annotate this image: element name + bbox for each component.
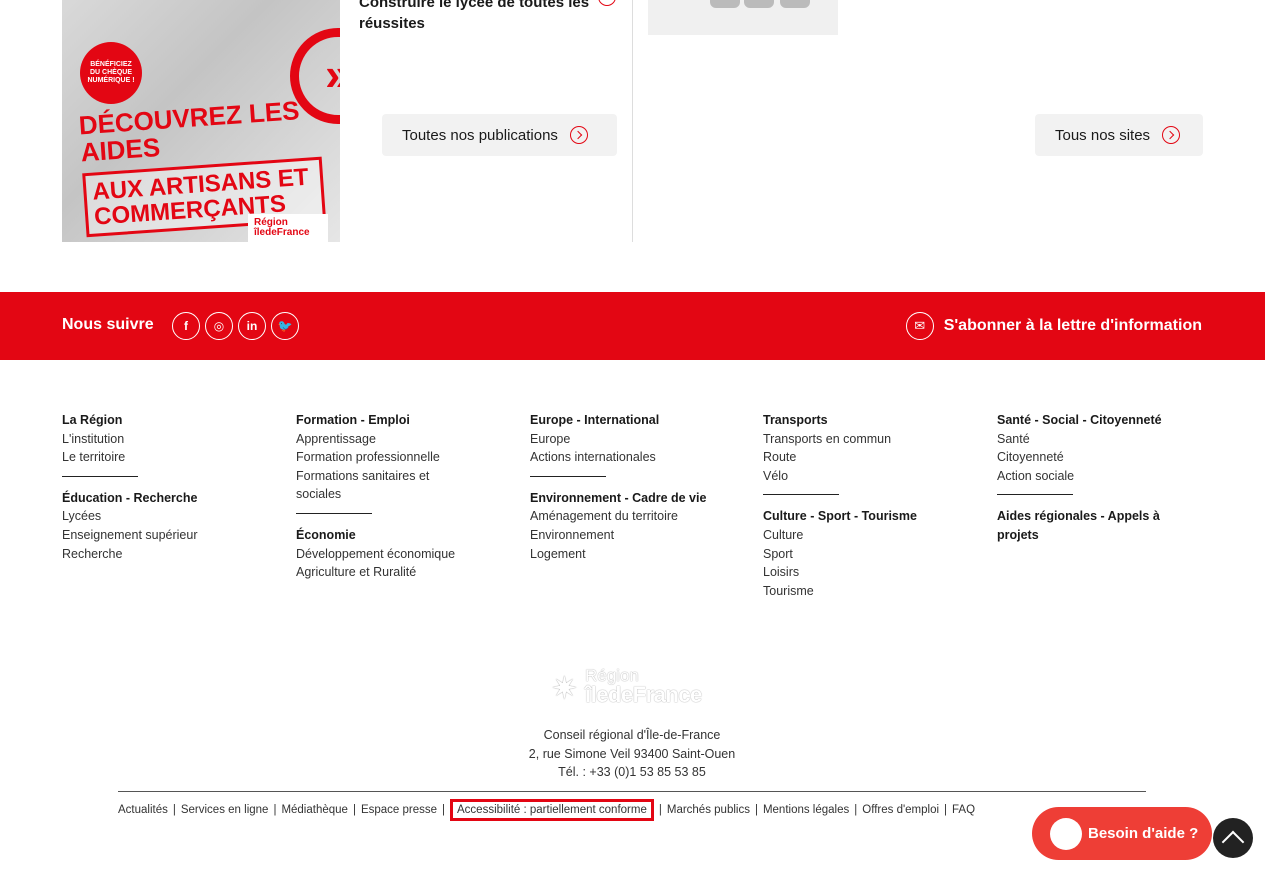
- legal-links: Actualités | Services en ligne | Médiathèq…: [118, 799, 975, 821]
- facebook-icon[interactable]: f: [172, 312, 200, 340]
- address-street: 2, rue Simone Veil 93400 Saint-Ouen: [528, 746, 736, 761]
- footer-link[interactable]: Aménagement du territoire: [530, 507, 740, 526]
- all-publications-button[interactable]: Toutes nos publications: [382, 114, 617, 156]
- poster-badge: BÉNÉFICIEZ DU CHÈQUE NUMÉRIQUE !: [80, 42, 142, 104]
- page: BÉNÉFICIEZ DU CHÈQUE NUMÉRIQUE ! » DÉCOU…: [0, 0, 1280, 870]
- publication-title[interactable]: Construire le lycée de toutes les réussi…: [359, 0, 591, 34]
- legal-link-marches[interactable]: Marchés publics: [667, 804, 750, 816]
- legal-link-mentions[interactable]: Mentions légales: [763, 804, 849, 816]
- footer-link[interactable]: Le territoire: [62, 448, 272, 467]
- footer-column-region: La Région L'institution Le territoire Éd…: [62, 411, 272, 563]
- footer-link[interactable]: Logement: [530, 545, 740, 564]
- footer-link[interactable]: L'institution: [62, 430, 272, 449]
- footer-link[interactable]: Enseignement supérieur: [62, 526, 272, 545]
- footer-heading[interactable]: Environnement - Cadre de vie: [530, 489, 740, 508]
- footer-heading[interactable]: Éducation - Recherche: [62, 489, 272, 508]
- region-logo[interactable]: ✷ Région îledeFrance: [551, 666, 715, 708]
- address-org: Conseil régional d'Île-de-France: [543, 728, 721, 742]
- footer-heading[interactable]: Santé - Social - Citoyenneté: [997, 411, 1177, 430]
- footer-link[interactable]: Sport: [763, 545, 973, 564]
- thumb-shape: [710, 0, 740, 8]
- arrow-circle-icon: [1162, 126, 1181, 144]
- footer-heading[interactable]: Europe - International: [530, 411, 740, 430]
- all-sites-label: Tous nos sites: [1055, 126, 1151, 144]
- newsletter-link[interactable]: ✉ S'abonner à la lettre d'information: [905, 312, 1202, 340]
- star-icon: ✷: [551, 670, 578, 706]
- address-phone: Tél. : +33 (0)1 53 85 53 85: [558, 765, 706, 780]
- footer-heading[interactable]: Transports: [763, 411, 973, 430]
- footer-link[interactable]: Santé: [997, 430, 1177, 449]
- twitter-icon[interactable]: 🐦: [271, 312, 299, 340]
- newsletter-label: S'abonner à la lettre d'information: [943, 317, 1202, 334]
- instagram-icon[interactable]: ◎: [205, 312, 233, 340]
- footer-separator: [296, 512, 372, 514]
- legal-divider: [118, 791, 1146, 792]
- footer-heading[interactable]: Économie: [296, 526, 476, 545]
- footer-link[interactable]: Action sociale: [997, 467, 1177, 486]
- all-sites-button[interactable]: Tous nos sites: [1035, 114, 1203, 156]
- legal-link-services[interactable]: Services en ligne: [181, 804, 269, 816]
- footer-link[interactable]: Lycées: [62, 507, 272, 526]
- address-block: Conseil régional d'Île-de-France 2, rue …: [432, 726, 832, 782]
- footer-heading[interactable]: La Région: [62, 411, 272, 430]
- site-thumbnail[interactable]: [648, 0, 838, 35]
- mail-icon: ✉: [905, 312, 934, 340]
- back-to-top-button[interactable]: [1213, 818, 1253, 858]
- arrow-circle-icon[interactable]: [598, 0, 616, 6]
- footer-link[interactable]: Loisirs: [763, 563, 973, 582]
- help-label: Besoin d'aide ?: [1088, 825, 1199, 842]
- footer-column-formation: Formation - Emploi Apprentissage Formati…: [296, 411, 476, 582]
- footer-link[interactable]: Culture: [763, 526, 973, 545]
- legal-link-accessibilite[interactable]: Accessibilité : partiellement conforme: [450, 799, 654, 821]
- publication-cover-image[interactable]: BÉNÉFICIEZ DU CHÈQUE NUMÉRIQUE ! » DÉCOU…: [62, 0, 340, 242]
- footer-heading[interactable]: Formation - Emploi: [296, 411, 476, 430]
- footer-column-transports: Transports Transports en commun Route Vé…: [763, 411, 973, 600]
- linkedin-icon[interactable]: in: [238, 312, 266, 340]
- footer-link[interactable]: Formation professionnelle: [296, 448, 476, 467]
- column-divider: [632, 0, 633, 242]
- legal-link-faq[interactable]: FAQ: [952, 804, 975, 816]
- footer-separator: [62, 475, 138, 477]
- legal-link-emploi[interactable]: Offres d'emploi: [862, 804, 939, 816]
- footer-link[interactable]: Citoyenneté: [997, 448, 1177, 467]
- legal-link-mediatheque[interactable]: Médiathèque: [281, 804, 348, 816]
- thumb-shape: [780, 0, 810, 8]
- footer-column-sante: Santé - Social - Citoyenneté Santé Citoy…: [997, 411, 1177, 545]
- footer-link[interactable]: Environnement: [530, 526, 740, 545]
- chat-bubble-icon: [1050, 817, 1082, 850]
- follow-band: Nous suivre f ◎ in 🐦 ✉ S'abonner à la le…: [0, 292, 1265, 360]
- footer-link[interactable]: Route: [763, 448, 973, 467]
- footer-link[interactable]: Formations sanitaires et sociales: [296, 467, 476, 504]
- footer-link[interactable]: Apprentissage: [296, 430, 476, 449]
- follow-label: Nous suivre: [62, 316, 154, 333]
- footer-link[interactable]: Tourisme: [763, 582, 973, 601]
- footer-separator: [997, 494, 1073, 496]
- arrow-circle-icon: [569, 126, 588, 144]
- footer-column-europe: Europe - International Europe Actions in…: [530, 411, 740, 563]
- footer-link[interactable]: Développement économique: [296, 545, 476, 564]
- footer-separator: [763, 494, 839, 496]
- footer-link[interactable]: Vélo: [763, 467, 973, 486]
- footer-heading[interactable]: Aides régionales - Appels à projets: [997, 507, 1177, 544]
- all-publications-label: Toutes nos publications: [402, 126, 558, 144]
- legal-link-presse[interactable]: Espace presse: [361, 804, 437, 816]
- footer-heading[interactable]: Culture - Sport - Tourisme: [763, 507, 973, 526]
- footer-link[interactable]: Transports en commun: [763, 430, 973, 449]
- footer-link[interactable]: Agriculture et Ruralité: [296, 563, 476, 582]
- poster-heading: DÉCOUVREZ LES AIDES: [77, 95, 301, 168]
- logo-line2: îledeFrance: [585, 682, 702, 707]
- footer-link[interactable]: Europe: [530, 430, 740, 449]
- legal-link-actualites[interactable]: Actualités: [118, 804, 168, 816]
- footer-link[interactable]: Actions internationales: [530, 448, 740, 467]
- footer-link[interactable]: Recherche: [62, 545, 272, 564]
- footer-separator: [530, 475, 606, 477]
- thumb-shape: [744, 0, 774, 8]
- help-button[interactable]: Besoin d'aide ?: [1032, 807, 1212, 860]
- poster-logo: Région îledeFrance: [248, 214, 328, 242]
